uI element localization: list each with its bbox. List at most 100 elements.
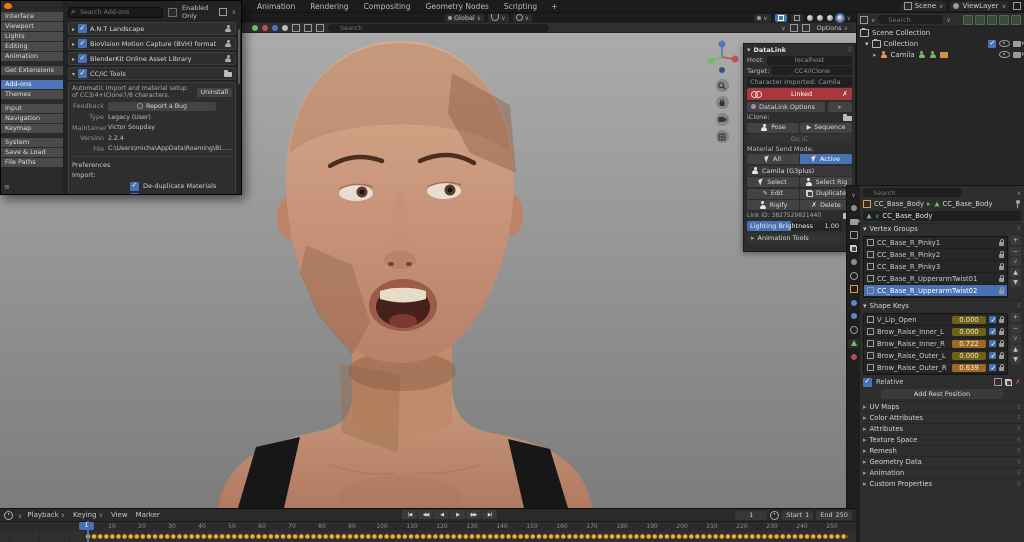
options-dropdown[interactable]: Options (813, 23, 851, 32)
lock-icon[interactable] (999, 286, 1005, 294)
camera-icon[interactable] (1013, 40, 1024, 47)
properties-section-header[interactable]: Custom Properties (863, 478, 1021, 489)
shape-key-row[interactable]: Brow_Raise_Inner_L 0.000 (864, 326, 1007, 338)
copy-icon[interactable] (1005, 378, 1013, 386)
material-ball-green-icon[interactable] (252, 24, 258, 31)
workspace-tab[interactable]: Scripting (497, 0, 544, 13)
viewlayer-selector[interactable]: ViewLayer (950, 1, 1009, 11)
expand-icon[interactable] (72, 25, 75, 33)
zoom-button[interactable] (715, 79, 729, 92)
prev-keyframe-button[interactable]: ◀◀ (418, 510, 433, 519)
data-name-field[interactable]: CC_Base_Body (863, 211, 1021, 221)
addon-row[interactable]: A.N.T Landscape (68, 22, 236, 35)
jump-to-start-button[interactable]: |◀ (402, 510, 417, 519)
lock-icon[interactable] (999, 363, 1005, 371)
orientation-dropdown[interactable]: Global (445, 13, 485, 22)
uninstall-button[interactable]: Uninstall (196, 87, 232, 97)
preferences-sidebar-item[interactable]: System (1, 138, 63, 147)
preferences-sidebar-item[interactable]: Get Extensions (1, 66, 63, 75)
options-icon[interactable] (1017, 189, 1021, 197)
workspace-tab[interactable]: Animation (250, 0, 302, 13)
addon-row[interactable]: BioVision Motion Capture (BVH) format (68, 37, 236, 50)
shape-key-value[interactable]: 0.639 (952, 363, 986, 372)
shape-key-value[interactable]: 0.000 (952, 315, 986, 324)
editor-type-clock-icon[interactable] (4, 510, 13, 520)
pin-icon[interactable] (1015, 200, 1021, 208)
vertex-group-row[interactable]: CC_Base_R_Pinky2 (864, 249, 1007, 261)
report-bug-button[interactable]: Report a Bug (108, 101, 216, 111)
addon-enabled-checkbox[interactable] (78, 24, 88, 33)
preferences-sidebar-item[interactable]: Save & Load (1, 148, 63, 157)
timeline-menu[interactable]: Playback (27, 511, 65, 519)
addon-enabled-checkbox[interactable] (78, 54, 88, 63)
chevron-down-icon[interactable] (865, 40, 869, 48)
clear-shape-keys-icon[interactable] (1015, 378, 1021, 386)
eye-icon[interactable] (999, 50, 1010, 59)
shading-solid-button[interactable] (816, 14, 823, 21)
breadcrumb-data[interactable]: CC_Base_Body (943, 200, 993, 208)
shape-key-checkbox[interactable] (989, 340, 996, 348)
tab-object-data[interactable] (848, 338, 859, 348)
lighting-brightness-slider[interactable]: Lighting Brightness 1.00 (747, 221, 842, 231)
delete-button[interactable]: Delete (800, 200, 852, 210)
shape-key-value[interactable]: 0.722 (952, 339, 986, 348)
tab-world[interactable] (848, 271, 859, 280)
preferences-sidebar-item[interactable]: Keymap (1, 124, 63, 133)
remove-vertex-group-button[interactable]: − (1010, 246, 1021, 256)
timeline-keyframe-track[interactable] (0, 531, 856, 542)
datalink-panel-header[interactable]: DataLink (747, 46, 852, 54)
shading-wireframe-button[interactable] (806, 14, 813, 21)
addon-enabled-checkbox[interactable] (78, 69, 88, 78)
preferences-sidebar-item[interactable]: Input (1, 104, 63, 113)
folder-icon[interactable] (843, 113, 852, 121)
lock-icon[interactable] (999, 327, 1005, 335)
preferences-sidebar-item[interactable]: Viewport (1, 22, 63, 31)
vertex-group-row[interactable]: CC_Base_R_UpperarmTwist02 (864, 285, 1007, 297)
timeline-menu[interactable]: Keying (73, 511, 103, 519)
send-mode-active-button[interactable]: Active (800, 154, 852, 164)
tab-render[interactable] (848, 217, 860, 226)
lock-icon[interactable] (999, 262, 1005, 270)
eye-icon[interactable] (999, 39, 1010, 48)
preferences-sidebar-item[interactable]: Animation (1, 52, 63, 61)
shape-key-specials-button[interactable] (1010, 334, 1021, 343)
enabled-only-checkbox[interactable] (168, 7, 177, 17)
tab-output[interactable] (848, 231, 859, 240)
jump-to-end-button[interactable]: ▶| (482, 510, 497, 519)
datalink-options-button[interactable]: DataLink Options (747, 101, 825, 112)
hamburger-menu-icon[interactable]: ≡ (4, 183, 10, 191)
auto-keying-clock-icon[interactable] (770, 510, 780, 520)
addon-row[interactable]: BlenderKit Online Asset Library (68, 52, 236, 65)
shape-key-value[interactable]: 0.000 (952, 351, 986, 360)
tool-search-input[interactable] (328, 23, 549, 32)
filter-dropdown-icon[interactable] (781, 23, 785, 32)
linked-button[interactable]: Linked (747, 88, 852, 100)
move-down-button[interactable]: ▼ (1010, 278, 1021, 287)
lock-icon[interactable] (999, 315, 1005, 323)
start-frame-field[interactable]: Start 1 (782, 510, 814, 520)
gizmos-dropdown[interactable] (754, 13, 771, 22)
vertex-group-row[interactable]: CC_Base_R_Pinky1 (864, 237, 1007, 249)
tab-tool[interactable] (848, 204, 859, 213)
material-ball-red-icon[interactable] (262, 24, 268, 31)
collection-checkbox[interactable] (988, 39, 996, 48)
outliner-row-camila[interactable]: Camila (857, 49, 1024, 60)
shading-dropdown-icon[interactable] (847, 13, 851, 22)
send-mode-all-button[interactable]: All (747, 154, 799, 164)
expand-icon[interactable] (72, 55, 75, 63)
properties-section-header[interactable]: Geometry Data (863, 456, 1021, 467)
restriction-toggle-icon[interactable] (999, 14, 1009, 25)
add-rest-position-button[interactable]: Add Rest Position (881, 389, 1003, 399)
properties-section-header[interactable]: Animation (863, 467, 1021, 478)
option-checkbox[interactable] (130, 181, 139, 191)
shape-key-row[interactable]: Brow_Raise_Outer_R 0.639 (864, 362, 1007, 374)
shading-rendered-button[interactable] (836, 14, 843, 21)
scrollbar[interactable] (238, 29, 240, 84)
vertex-group-row[interactable]: CC_Base_R_Pinky3 (864, 261, 1007, 273)
lock-icon[interactable] (999, 351, 1005, 359)
workspace-tab[interactable]: Geometry Nodes (419, 0, 496, 13)
editor-type-dropdown[interactable] (848, 190, 859, 199)
remove-shape-key-button[interactable]: − (1010, 323, 1021, 333)
camera-icon[interactable] (1013, 51, 1024, 58)
edit-mode-display-icon[interactable] (994, 378, 1003, 386)
